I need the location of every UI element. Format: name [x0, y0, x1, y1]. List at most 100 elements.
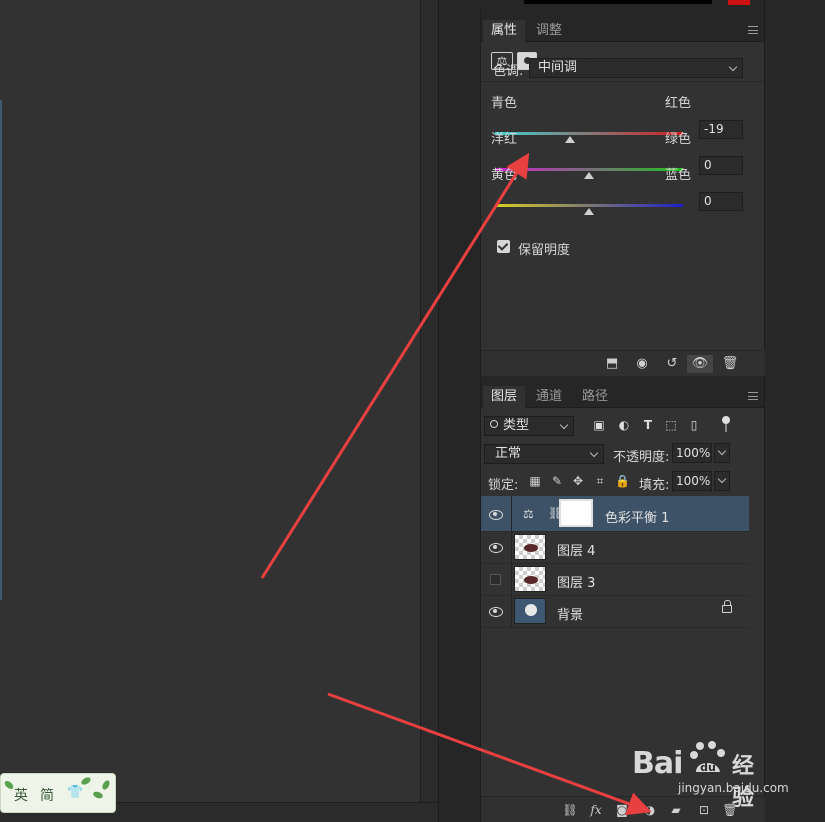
new-group-icon[interactable]: ▰	[667, 801, 685, 819]
layer-filter-select[interactable]: 类型	[484, 416, 574, 436]
fill-dropdown[interactable]	[714, 471, 730, 491]
foreground-color-swatch[interactable]	[728, 0, 750, 5]
lock-position-icon[interactable]: ✥	[571, 474, 585, 488]
properties-panel-menu-icon[interactable]	[748, 26, 758, 34]
watermark-brand: Bai	[632, 746, 683, 781]
tab-paths[interactable]: 路径	[574, 386, 616, 408]
chevron-down-icon	[717, 474, 727, 484]
blend-mode-select[interactable]: 正常	[484, 444, 604, 464]
magenta-green-slider-track[interactable]	[495, 168, 683, 171]
ime-english-toggle[interactable]: 英	[14, 785, 28, 805]
yellow-blue-value-field[interactable]: 0	[699, 192, 743, 211]
layers-tabbar: 图层 通道 路径	[481, 376, 764, 408]
row-divider	[511, 596, 512, 628]
filter-pixel-icon[interactable]: ▣	[592, 418, 606, 432]
row-divider	[511, 496, 512, 532]
delete-icon[interactable]: 🗑	[721, 355, 739, 373]
preserve-luminosity-label: 保留明度	[518, 243, 571, 258]
lock-artboard-icon[interactable]: ⌗	[593, 474, 607, 488]
chevron-down-icon	[717, 446, 727, 456]
fill-field[interactable]: 100%	[672, 471, 712, 491]
canvas-vertical-scrollbar[interactable]	[420, 0, 438, 802]
lock-all-icon[interactable]: 🔒	[615, 474, 630, 488]
filter-type-icon[interactable]: T	[641, 418, 655, 432]
opacity-field[interactable]: 100%	[672, 443, 712, 463]
link-layers-icon[interactable]: ⛓	[561, 801, 579, 819]
right-dock-edge	[764, 0, 825, 822]
reset-icon[interactable]: ↺	[663, 355, 681, 373]
visibility-eye-icon[interactable]	[489, 606, 503, 617]
magenta-green-slider-thumb[interactable]	[584, 172, 594, 179]
fx-icon[interactable]: fx	[587, 801, 605, 819]
yellow-blue-slider-thumb[interactable]	[584, 208, 594, 215]
add-mask-icon[interactable]: ◙	[613, 801, 631, 819]
ime-simplified-toggle[interactable]: 简	[40, 785, 54, 805]
layer-thumbnail	[514, 566, 546, 592]
layer-thumbnail	[514, 534, 546, 560]
filter-adjustment-icon[interactable]: ◐	[617, 418, 631, 432]
row-divider	[511, 564, 512, 596]
layer-name: 图层 4	[557, 544, 596, 559]
leaf-decoration-icon	[80, 775, 92, 787]
ime-skin-icon[interactable]: 👕	[67, 785, 83, 800]
properties-footer: ⬒ ◉ ↺ 👁 🗑	[481, 350, 765, 376]
svg-text:du: du	[700, 761, 716, 774]
ime-toolbar[interactable]: 英 简 👕	[0, 773, 116, 813]
filter-toggle-icon[interactable]	[722, 416, 730, 434]
tab-properties[interactable]: 属性	[483, 20, 526, 42]
chevron-down-icon	[559, 420, 569, 430]
cyan-red-value-field[interactable]: -19	[699, 120, 743, 139]
filter-shape-icon[interactable]: ⬚	[664, 418, 678, 432]
slider-red-label: 红色	[665, 96, 692, 111]
yellow-blue-slider-track[interactable]	[495, 204, 683, 207]
layer-filter-value: 类型	[503, 418, 530, 433]
tab-layers[interactable]: 图层	[483, 386, 526, 408]
toggle-visibility-icon[interactable]: 👁	[687, 355, 713, 373]
tone-select-value: 中间调	[538, 60, 578, 75]
leaf-decoration-icon	[100, 779, 112, 791]
tab-channels[interactable]: 通道	[528, 386, 570, 408]
layer-row-color-balance[interactable]: ⚖ ⛓ 色彩平衡 1	[481, 496, 749, 532]
canvas-area[interactable]	[0, 0, 420, 822]
cyan-red-slider-thumb[interactable]	[565, 136, 576, 143]
row-divider	[511, 532, 512, 564]
visibility-eye-icon[interactable]	[489, 542, 503, 553]
layer-name: 色彩平衡 1	[605, 511, 670, 526]
slider-magenta-label: 洋红	[491, 132, 518, 147]
properties-panel: 属性 调整 ⚖ 色彩平衡 色调: 中间调 青色 红色 -19 洋红 绿色 0 黄…	[480, 10, 765, 376]
thumbnail-content	[525, 604, 537, 616]
visibility-eye-icon[interactable]	[489, 509, 503, 520]
layers-panel-menu-icon[interactable]	[748, 392, 758, 400]
tone-label: 色调:	[493, 64, 524, 79]
magenta-green-value-field[interactable]: 0	[699, 156, 743, 175]
fill-label: 填充:	[639, 478, 670, 493]
tab-adjustments[interactable]: 调整	[528, 20, 570, 42]
filter-smart-object-icon[interactable]: ▯	[687, 418, 701, 432]
layer-row-background[interactable]: 背景	[481, 596, 749, 628]
layer-row-layer-3[interactable]: 图层 3	[481, 564, 749, 596]
layer-row-layer-4[interactable]: 图层 4	[481, 532, 749, 564]
thumbnail-content	[524, 544, 538, 552]
layers-footer: ⛓ fx ◙ ◑ ▰ ⊡ 🗑	[481, 796, 765, 822]
slider-blue-label: 蓝色	[665, 168, 692, 183]
lock-transparent-pixels-icon[interactable]: ▦	[528, 474, 542, 488]
preserve-luminosity-checkbox[interactable]	[497, 240, 510, 253]
view-previous-state-icon[interactable]: ◉	[633, 355, 651, 373]
new-layer-icon[interactable]: ⊡	[695, 801, 713, 819]
slider-yellow-label: 黄色	[491, 168, 518, 183]
visibility-hidden-box[interactable]	[490, 574, 501, 585]
lock-image-pixels-icon[interactable]: ✎	[550, 474, 564, 488]
slider-green-label: 绿色	[665, 132, 692, 147]
clip-to-layer-icon[interactable]: ⬒	[603, 355, 621, 373]
watermark-brand-cn: 经验	[732, 754, 755, 811]
leaf-decoration-icon	[92, 790, 104, 800]
thumbnail-content	[524, 576, 538, 584]
cyan-red-slider-track[interactable]	[495, 132, 683, 135]
adjustment-layer-icon[interactable]: ◑	[641, 801, 659, 819]
swatches-strip	[480, 0, 764, 10]
layer-mask-thumbnail[interactable]	[559, 499, 593, 527]
tone-select[interactable]: 中间调	[529, 58, 743, 78]
opacity-dropdown[interactable]	[714, 443, 730, 463]
layer-name: 图层 3	[557, 576, 596, 591]
lock-icon	[722, 600, 732, 613]
